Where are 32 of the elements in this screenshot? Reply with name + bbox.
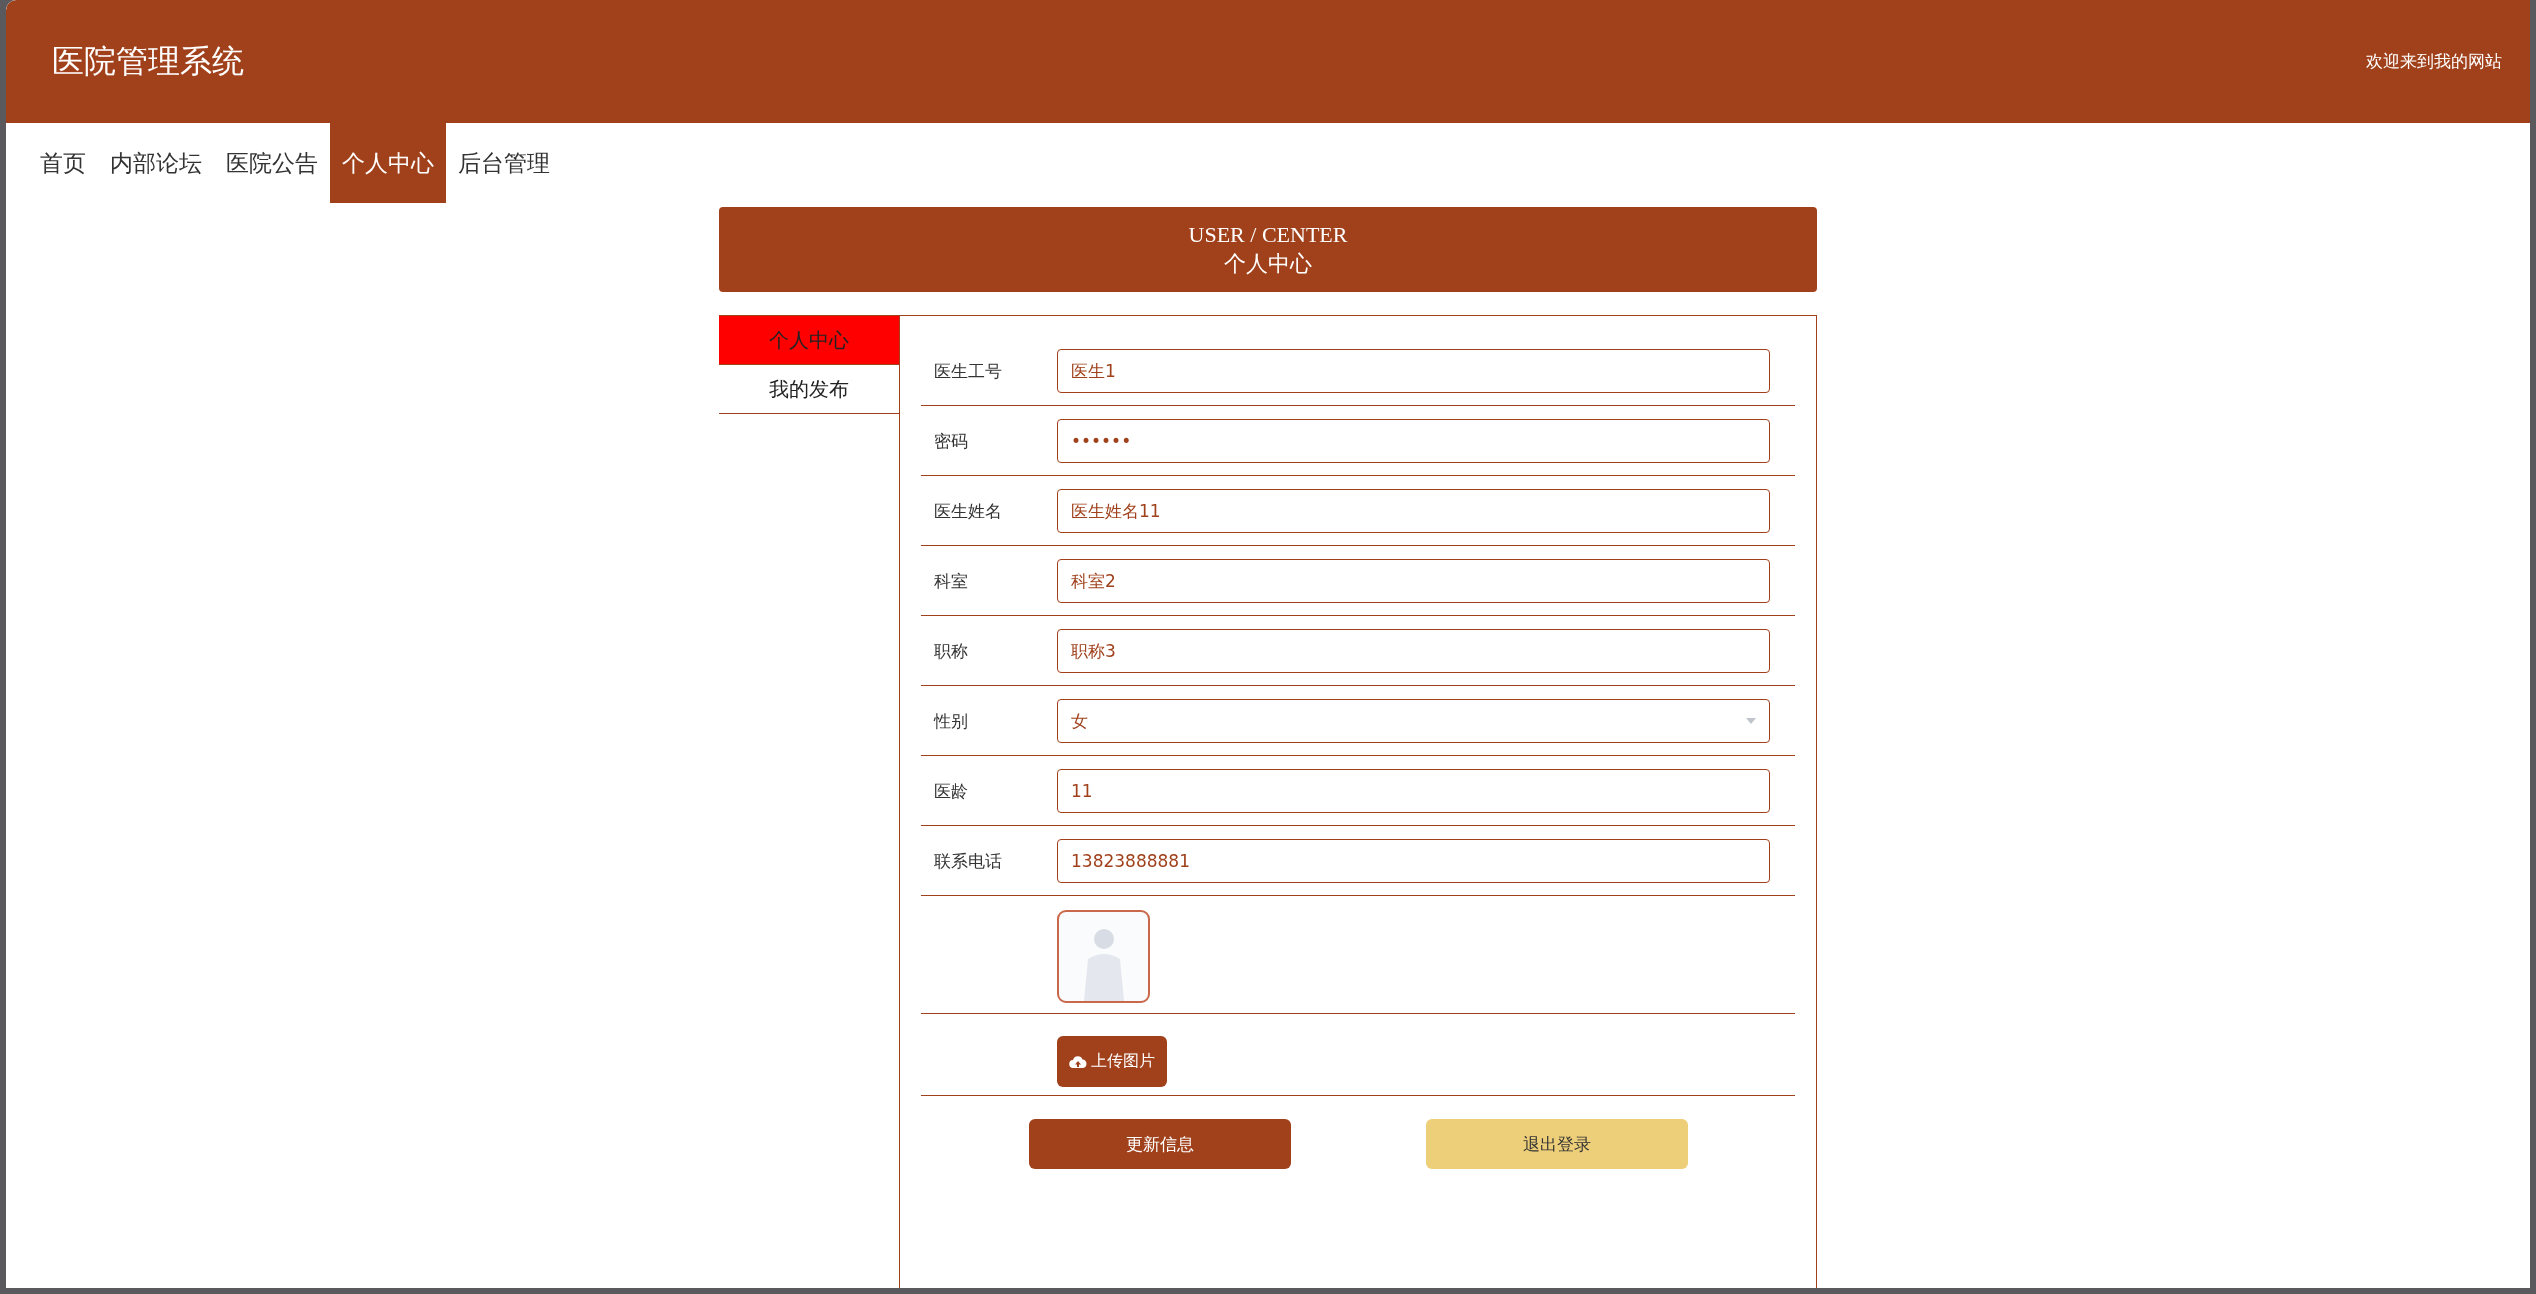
caret-icon (1746, 718, 1756, 724)
field-label: 密码 (933, 429, 969, 453)
update-button[interactable]: 更新信息 (1028, 1119, 1291, 1169)
nav-tab[interactable]: 后台管理 (446, 123, 562, 203)
nav-tab[interactable]: 内部论坛 (98, 123, 214, 203)
field-label: 科室 (933, 569, 969, 593)
nav-tab[interactable]: 个人中心 (330, 123, 446, 203)
banner-title: USER / CENTER (1188, 220, 1348, 249)
field-label: 医生姓名 (933, 499, 1003, 523)
sidebar-item[interactable]: 个人中心 (719, 316, 899, 365)
site-title: 医院管理系统 (52, 40, 244, 82)
input-field[interactable]: 医生1 (1057, 349, 1770, 393)
password-field[interactable]: •••••• (1057, 419, 1770, 463)
field-label: 性别 (932, 709, 969, 733)
input-field[interactable]: 科室2 (1057, 559, 1770, 603)
input-field[interactable]: 医生姓名11 (1057, 489, 1770, 533)
sidebar-item[interactable]: 我的发布 (719, 365, 899, 414)
nav-tab[interactable]: 首页 (28, 123, 98, 203)
field-label: 职称 (933, 639, 969, 663)
field-label: 联系电话 (933, 849, 1003, 873)
input-field[interactable]: 11 (1057, 769, 1770, 813)
welcome-text: 欢迎来到我的网站 (2366, 50, 2502, 73)
field-label: 医生工号 (933, 359, 1003, 383)
select-field[interactable]: 女 (1057, 699, 1770, 743)
upload-button[interactable]: 上传图片 (1057, 1036, 1167, 1087)
input-field[interactable]: 13823888881 (1057, 839, 1770, 883)
input-field[interactable]: 职称3 (1057, 629, 1770, 673)
cloud-upload-icon (1069, 1054, 1087, 1069)
banner-subtitle: 个人中心 (1224, 249, 1312, 278)
nav-tab[interactable]: 医院公告 (214, 123, 330, 203)
logout-button[interactable]: 退出登录 (1425, 1119, 1688, 1169)
field-label: 医龄 (933, 779, 969, 803)
